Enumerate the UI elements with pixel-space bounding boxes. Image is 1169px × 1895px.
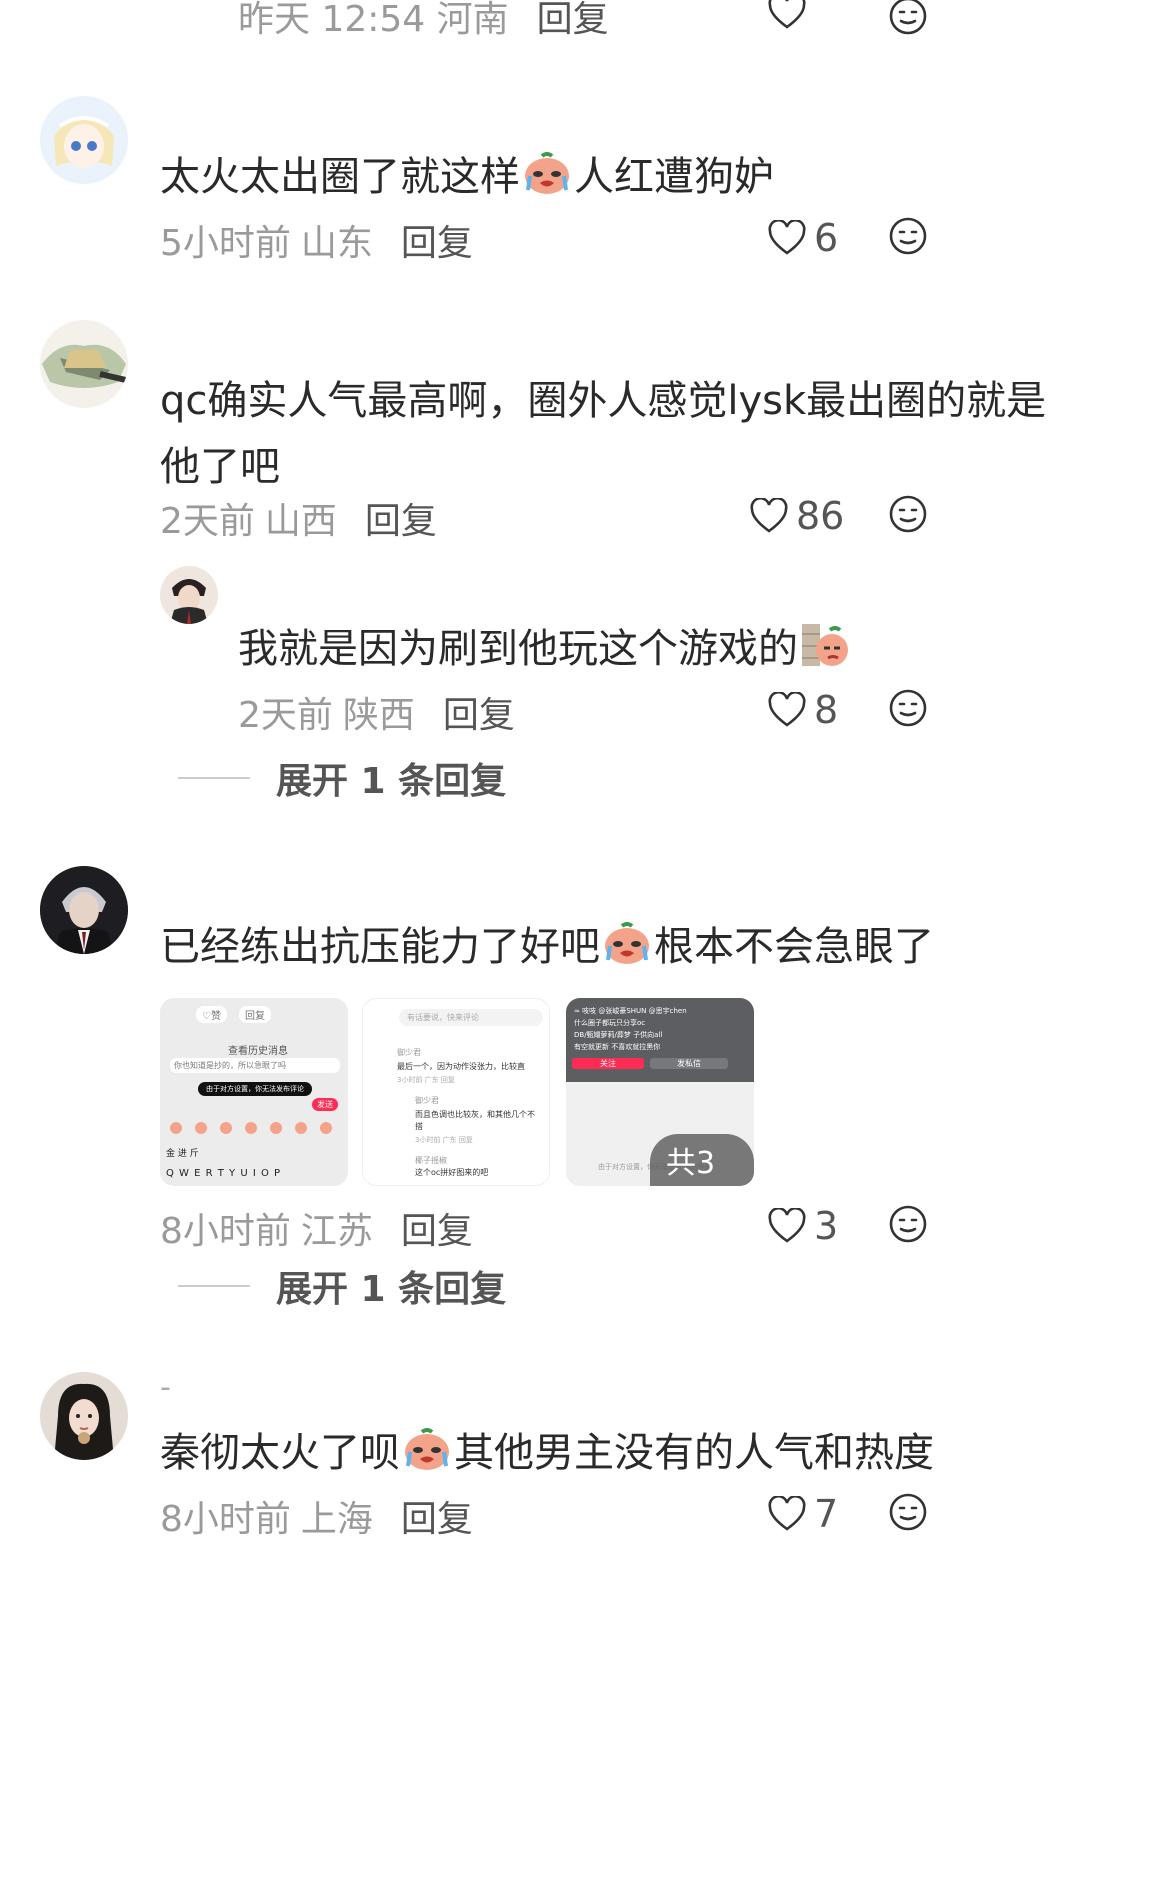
comment-text: qc确实人气最高啊，圈外人感觉lysk最出圈的就是 他了吧 <box>160 378 1047 490</box>
like-count: 6 <box>814 216 839 260</box>
avatar[interactable] <box>160 566 218 624</box>
avatar[interactable] <box>40 320 128 408</box>
emoji-strip <box>170 1122 340 1134</box>
heart-icon[interactable] <box>768 1496 806 1532</box>
emoji-peek <box>800 622 850 668</box>
comment-meta: 5小时前 山东 回复 <box>160 223 473 264</box>
avatar[interactable] <box>40 1372 128 1460</box>
reply-text: 我就是因为刷到他玩这个游戏的 <box>238 616 852 682</box>
emoji-crying <box>602 920 652 966</box>
avatar[interactable] <box>40 866 128 954</box>
emoji-crying <box>402 1426 452 1472</box>
comment-dash: - <box>160 1370 171 1405</box>
like-control[interactable]: 3 <box>768 1204 838 1248</box>
emoji-crying <box>522 150 572 196</box>
avatar[interactable] <box>40 96 128 184</box>
comment-text: 太火太出圈了就这样 人红遭狗妒 <box>160 144 774 210</box>
like-control[interactable]: 6 <box>768 216 838 260</box>
comment-text: 已经练出抗压能力了好吧 根本不会急眼了 <box>160 914 934 980</box>
face-icon[interactable] <box>888 0 928 36</box>
heart-icon[interactable] <box>768 692 806 728</box>
face-icon[interactable] <box>888 494 928 534</box>
image-thumbnail[interactable]: 有话要说，快来评论 御少君 最后一个，因为动作没张力，比较直 3小时前 广东 回… <box>362 998 550 1186</box>
like-control[interactable]: 86 <box>750 494 844 538</box>
comment-text: 秦彻太火了呗 其他男主没有的人气和热度 <box>160 1420 934 1486</box>
top-meta: 昨天 12:54 河南 回复 <box>238 0 609 40</box>
heart-icon[interactable] <box>768 220 806 256</box>
comment-meta: 8小时前 上海 回复 <box>160 1499 473 1540</box>
face-icon[interactable] <box>888 1204 928 1244</box>
like-count: 86 <box>796 494 845 538</box>
expand-replies-button[interactable]: 展开 1 条回复 <box>178 752 506 804</box>
comment-meta: 8小时前 江苏 回复 <box>160 1211 473 1252</box>
reply-button[interactable]: 回复 <box>443 695 515 736</box>
divider <box>178 1285 250 1287</box>
like-count: 8 <box>814 688 839 732</box>
face-icon[interactable] <box>888 688 928 728</box>
face-icon[interactable] <box>888 216 928 256</box>
send-button: 发送 <box>312 1098 338 1111</box>
like-control[interactable]: 8 <box>768 688 838 732</box>
heart-icon[interactable] <box>750 498 788 534</box>
expand-replies-button[interactable]: 展开 1 条回复 <box>178 1260 506 1312</box>
reply-button[interactable]: 回复 <box>401 223 473 264</box>
like-count: 7 <box>814 1492 839 1536</box>
heart-icon[interactable] <box>768 1208 806 1244</box>
reply-button[interactable]: 回复 <box>365 501 437 542</box>
reply-button[interactable]: 回复 <box>401 1211 473 1252</box>
reply-button[interactable]: 回复 <box>401 1499 473 1540</box>
image-count-badge: 共3张 <box>650 1134 754 1186</box>
divider <box>178 777 250 779</box>
image-thumbnail[interactable]: ≈ 吱吱 @张峻豪SHUN @思宇chen 什么圈子都玩只分享oc DB/甄嬛萝… <box>566 998 754 1186</box>
like-control[interactable]: 7 <box>768 1492 838 1536</box>
chip-row: ♡赞 回复 <box>196 1006 271 1023</box>
reply-meta: 2天前 陕西 回复 <box>238 695 515 736</box>
like-count: 3 <box>814 1204 839 1248</box>
comment-meta: 2天前 山西 回复 <box>160 501 437 542</box>
reply-button[interactable]: 回复 <box>537 0 609 40</box>
heart-icon[interactable] <box>768 0 806 30</box>
image-thumbnail[interactable]: ♡赞 回复 查看历史消息 你也知道是抄的，所以急眼了吗 由于对方设置，你无法发布… <box>160 998 348 1186</box>
face-icon[interactable] <box>888 1492 928 1532</box>
